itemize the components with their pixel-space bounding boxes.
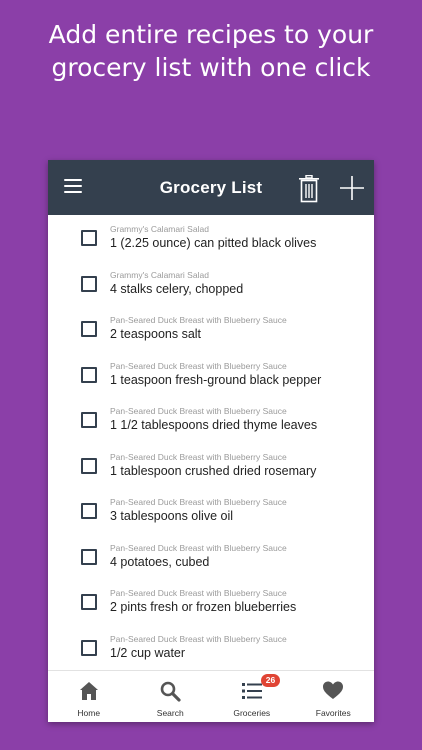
list-item: Pan-Seared Duck Breast with Blueberry Sa… bbox=[48, 352, 374, 398]
item-checkbox[interactable] bbox=[81, 503, 97, 519]
list-item: Pan-Seared Duck Breast with Blueberry Sa… bbox=[48, 579, 374, 625]
item-name: 1/2 cup water bbox=[110, 645, 186, 660]
list-item: Pan-Seared Duck Breast with Blueberry Sa… bbox=[48, 534, 374, 580]
tab-groceries-label: Groceries bbox=[233, 708, 271, 718]
item-name: 4 stalks celery, chopped bbox=[110, 281, 244, 296]
item-name: 1 1/2 tablespoons dried thyme leaves bbox=[110, 418, 318, 432]
item-name: 2 pints fresh or frozen blueberries bbox=[110, 600, 297, 614]
tab-groceries[interactable]: 26 Groceries bbox=[211, 671, 293, 722]
item-name: 2 teaspoons salt bbox=[110, 327, 202, 341]
app-bar: Grocery List bbox=[48, 160, 374, 215]
item-checkbox[interactable] bbox=[81, 594, 97, 610]
item-source: Pan-Seared Duck Breast with Blueberry Sa… bbox=[110, 315, 287, 325]
item-checkbox[interactable] bbox=[81, 412, 97, 428]
item-source: Pan-Seared Duck Breast with Blueberry Sa… bbox=[110, 360, 287, 371]
item-name: 1 tablespoon crushed dried rosemary bbox=[110, 463, 317, 478]
list-item: Pan-Seared Duck Breast with Blueberry Sa… bbox=[48, 625, 374, 671]
list-item: Pan-Seared Duck Breast with Blueberry Sa… bbox=[48, 306, 374, 352]
list-item: Grammy's Calamari Salad 1 (2.25 ounce) c… bbox=[48, 215, 374, 261]
item-checkbox[interactable] bbox=[81, 275, 97, 292]
tab-favorites[interactable]: Favorites bbox=[293, 671, 375, 722]
promo-headline: Add entire recipes to your grocery list … bbox=[0, 18, 422, 84]
item-checkbox[interactable] bbox=[81, 548, 97, 565]
home-icon bbox=[79, 682, 98, 700]
tab-search-label: Search bbox=[156, 708, 184, 718]
app-screen: Grocery List Grammy's Calamari Salad 1 (… bbox=[48, 160, 374, 722]
item-source: Pan-Seared Duck Breast with Blueberry Sa… bbox=[110, 497, 287, 507]
item-source: Grammy's Calamari Salad bbox=[110, 224, 209, 234]
item-source: Pan-Seared Duck Breast with Blueberry Sa… bbox=[110, 451, 287, 462]
grocery-list: Grammy's Calamari Salad 1 (2.25 ounce) c… bbox=[48, 215, 374, 670]
item-checkbox[interactable] bbox=[81, 321, 97, 337]
item-source: Pan-Seared Duck Breast with Blueberry Sa… bbox=[110, 542, 287, 553]
list-item: Grammy's Calamari Salad 4 stalks celery,… bbox=[48, 261, 374, 307]
item-checkbox[interactable] bbox=[81, 639, 97, 656]
list-item: Pan-Seared Duck Breast with Blueberry Sa… bbox=[48, 397, 374, 443]
item-name: 1 (2.25 ounce) can pitted black olives bbox=[110, 236, 317, 250]
tab-home[interactable]: Home bbox=[48, 671, 130, 722]
list-item: Pan-Seared Duck Breast with Blueberry Sa… bbox=[48, 443, 374, 489]
groceries-count-badge: 26 bbox=[261, 674, 280, 687]
item-source: Grammy's Calamari Salad bbox=[110, 269, 209, 280]
trash-icon[interactable] bbox=[298, 175, 320, 203]
page-title: Grocery List bbox=[159, 177, 263, 197]
add-icon[interactable] bbox=[340, 176, 364, 200]
list-item: Pan-Seared Duck Breast with Blueberry Sa… bbox=[48, 488, 374, 534]
item-name: 1 teaspoon fresh-ground black pepper bbox=[110, 372, 322, 387]
tab-favorites-label: Favorites bbox=[315, 708, 351, 718]
list-icon bbox=[241, 683, 262, 699]
item-source: Pan-Seared Duck Breast with Blueberry Sa… bbox=[110, 588, 287, 598]
item-checkbox[interactable] bbox=[81, 366, 97, 383]
tab-search[interactable]: Search bbox=[130, 671, 212, 722]
item-checkbox[interactable] bbox=[81, 230, 97, 246]
menu-icon[interactable] bbox=[64, 179, 82, 193]
item-name: 4 potatoes, cubed bbox=[110, 554, 210, 569]
item-name: 3 tablespoons olive oil bbox=[110, 509, 233, 523]
tab-home-label: Home bbox=[77, 708, 101, 718]
search-icon bbox=[160, 681, 181, 702]
heart-icon bbox=[323, 681, 344, 699]
promo-line-1: Add entire recipes to your bbox=[48, 20, 374, 49]
tab-bar: Home Search 26 Groceries Favorites bbox=[48, 670, 374, 722]
item-checkbox[interactable] bbox=[81, 457, 97, 474]
item-source: Pan-Seared Duck Breast with Blueberry Sa… bbox=[110, 406, 287, 416]
item-source: Pan-Seared Duck Breast with Blueberry Sa… bbox=[110, 633, 287, 644]
promo-line-2: grocery list with one click bbox=[51, 53, 371, 82]
